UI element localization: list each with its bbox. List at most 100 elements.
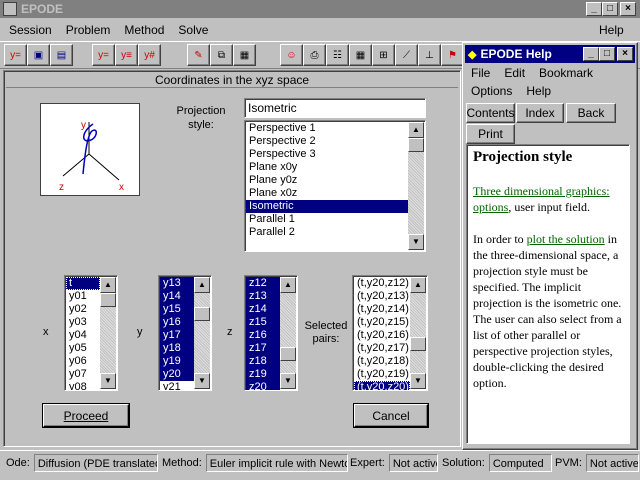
x-list-item[interactable]: y08 — [66, 381, 100, 390]
x-list-item[interactable]: t — [66, 277, 100, 290]
pairs-list-item[interactable]: (t,y20,z12) — [354, 277, 410, 290]
help-tab-back[interactable]: Back — [566, 103, 616, 123]
ye-new-icon[interactable]: y= — [4, 44, 27, 66]
y-list-item[interactable]: y17 — [160, 329, 194, 342]
help-link-plot-solution[interactable]: plot the solution — [527, 232, 605, 246]
z-list-item[interactable]: z12 — [246, 277, 280, 290]
chart-icon[interactable]: ⊞ — [372, 44, 395, 66]
person-icon[interactable]: ☺ — [280, 44, 303, 66]
x-list-item[interactable]: y05 — [66, 342, 100, 355]
scroll-up-button[interactable]: ▲ — [194, 277, 210, 293]
projection-listbox[interactable]: Perspective 1 Perspective 2 Perspective 3 P… — [244, 120, 426, 252]
x-list-item[interactable]: y03 — [66, 316, 100, 329]
y-list-item[interactable]: y16 — [160, 316, 194, 329]
scroll-thumb[interactable] — [408, 138, 424, 152]
help-app-icon[interactable]: ◆ — [468, 48, 476, 61]
proceed-button[interactable]: Proceed — [43, 404, 129, 427]
pairs-list-item[interactable]: (t,y20,z20) — [354, 381, 410, 390]
paste-icon[interactable]: ▦ — [233, 44, 256, 66]
chart-edit-icon[interactable]: ⟋ — [395, 44, 418, 66]
scroll-down-button[interactable]: ▼ — [100, 373, 116, 389]
y-scrollbar[interactable]: ▲ ▼ — [194, 277, 210, 389]
z-list-item[interactable]: z20 — [246, 381, 280, 390]
save-icon[interactable]: ▣ — [27, 44, 50, 66]
help-menu-options[interactable]: Options — [464, 82, 519, 100]
projection-option-item[interactable]: Plane y0z — [246, 174, 408, 187]
projection-option-item[interactable]: Isometric — [246, 200, 408, 213]
scroll-down-button[interactable]: ▼ — [410, 373, 426, 389]
help-print-button[interactable]: Print — [466, 124, 515, 144]
help-minimize-button[interactable]: _ — [583, 47, 599, 61]
pairs-list-item[interactable]: (t,y20,z13) — [354, 290, 410, 303]
projection-option-item[interactable]: Plane x0z — [246, 187, 408, 200]
matrix-icon[interactable]: ▦ — [349, 44, 372, 66]
app-icon[interactable] — [3, 2, 17, 16]
scroll-up-button[interactable]: ▲ — [280, 277, 296, 293]
y-list-item[interactable]: y19 — [160, 355, 194, 368]
minimize-button[interactable]: _ — [586, 2, 602, 16]
pairs-scrollbar[interactable]: ▲ ▼ — [410, 277, 426, 389]
y-listbox[interactable]: y13 y14 y15 y16 y17 y18 y19 y20 y21 ▲ ▼ — [158, 275, 212, 391]
scroll-down-button[interactable]: ▼ — [194, 373, 210, 389]
y-list-item[interactable]: y13 — [160, 277, 194, 290]
menu-session[interactable]: Session — [2, 21, 59, 39]
help-menu-help[interactable]: Help — [519, 82, 558, 100]
x-list-item[interactable]: y02 — [66, 303, 100, 316]
copy-icon[interactable]: ⧉ — [210, 44, 233, 66]
help-tab-index[interactable]: Index — [516, 103, 564, 123]
pairs-list-item[interactable]: (t,y20,z18) — [354, 355, 410, 368]
y-list-item[interactable]: y21 — [160, 381, 194, 390]
projection-scrollbar[interactable]: ▲ ▼ — [408, 122, 424, 250]
help-close-button[interactable]: × — [617, 47, 633, 61]
table-icon[interactable]: ☷ — [326, 44, 349, 66]
projection-option-item[interactable]: Perspective 3 — [246, 148, 408, 161]
x-scrollbar[interactable]: ▲ ▼ — [100, 277, 116, 389]
y-list-item[interactable]: y20 — [160, 368, 194, 381]
scroll-thumb[interactable] — [100, 293, 116, 307]
z-list-item[interactable]: z19 — [246, 368, 280, 381]
x-list-item[interactable]: y06 — [66, 355, 100, 368]
pairs-list-item[interactable]: (t,y20,z14) — [354, 303, 410, 316]
z-listbox[interactable]: z12 z13 z14 z15 z16 z17 z18 z19 z20 ▲ ▼ — [244, 275, 298, 391]
help-maximize-button[interactable]: □ — [599, 47, 615, 61]
projection-input[interactable]: Isometric — [244, 98, 426, 118]
axes-icon[interactable]: ⊥ — [418, 44, 441, 66]
projection-option-item[interactable]: Perspective 2 — [246, 135, 408, 148]
x-list-item[interactable]: y01 — [66, 290, 100, 303]
pairs-list-item[interactable]: (t,y20,z16) — [354, 329, 410, 342]
help-menu-file[interactable]: File — [464, 64, 497, 82]
menu-solve[interactable]: Solve — [171, 21, 215, 39]
scroll-down-button[interactable]: ▼ — [408, 234, 424, 250]
y-list-item[interactable]: y15 — [160, 303, 194, 316]
pairs-listbox[interactable]: (t,y20,z12) (t,y20,z13) (t,y20,z14) (t,y20,… — [352, 275, 428, 391]
z-list-item[interactable]: z13 — [246, 290, 280, 303]
close-button[interactable]: × — [620, 2, 636, 16]
menu-method[interactable]: Method — [117, 21, 171, 39]
help-menu-bookmark[interactable]: Bookmark — [532, 64, 600, 82]
scroll-thumb[interactable] — [194, 307, 210, 321]
z-list-item[interactable]: z17 — [246, 342, 280, 355]
z-list-item[interactable]: z18 — [246, 355, 280, 368]
ye-grid-icon[interactable]: y# — [138, 44, 161, 66]
z-list-item[interactable]: z15 — [246, 316, 280, 329]
ye-icon[interactable]: y= — [92, 44, 115, 66]
scroll-thumb[interactable] — [410, 337, 426, 351]
scroll-up-button[interactable]: ▲ — [100, 277, 116, 293]
z-list-item[interactable]: z14 — [246, 303, 280, 316]
help-tab-contents[interactable]: Contents — [466, 103, 515, 123]
x-listbox[interactable]: t y01 y02 y03 y04 y05 y06 y07 y08 ▲ ▼ — [64, 275, 118, 391]
projection-option-item[interactable]: Parallel 1 — [246, 213, 408, 226]
menu-problem[interactable]: Problem — [59, 21, 118, 39]
edit-icon[interactable]: ✎ — [187, 44, 210, 66]
pairs-list-item[interactable]: (t,y20,z17) — [354, 342, 410, 355]
save-all-icon[interactable]: ▤ — [50, 44, 73, 66]
y-list-item[interactable]: y14 — [160, 290, 194, 303]
z-list-item[interactable]: z16 — [246, 329, 280, 342]
help-menu-edit[interactable]: Edit — [497, 64, 532, 82]
x-list-item[interactable]: y07 — [66, 368, 100, 381]
pairs-list-item[interactable]: (t,y20,z19) — [354, 368, 410, 381]
cancel-button[interactable]: Cancel — [354, 404, 428, 427]
scroll-down-button[interactable]: ▼ — [280, 373, 296, 389]
projection-option-item[interactable]: Perspective 1 — [246, 122, 408, 135]
pairs-list-item[interactable]: (t,y20,z15) — [354, 316, 410, 329]
